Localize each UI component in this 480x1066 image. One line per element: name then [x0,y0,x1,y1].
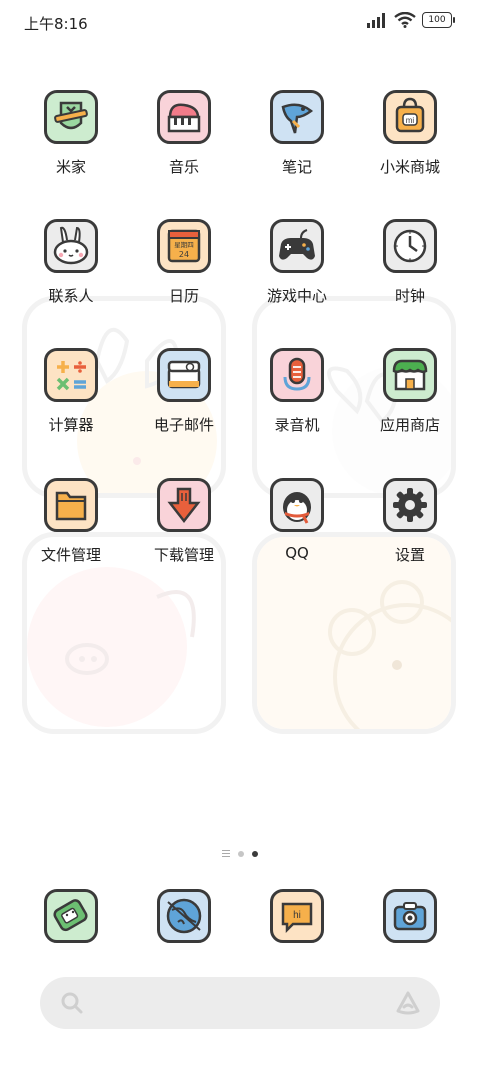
music-piano-icon [167,103,201,133]
dock-browser[interactable] [128,889,240,943]
app-label: 录音机 [274,416,320,434]
status-time: 上午8:16 [24,15,88,33]
wifi-icon [394,12,416,28]
app-label: 时钟 [394,287,425,305]
app-label: 米家 [55,158,86,176]
mijia-icon [54,101,88,130]
app-email-icon-box [157,348,211,402]
app-notes-icon-box [270,90,324,144]
app-settings-icon-box [383,478,437,532]
calendar-day: 24 [179,250,189,259]
dock-phone[interactable] [15,889,127,943]
app-file-manager[interactable]: 文件管理 [15,478,127,565]
gamepad-icon [279,229,315,260]
app-mi-store-icon-box: mi [383,90,437,144]
calculator-icon [56,361,86,391]
app-clock-icon-box [383,219,437,273]
messages-hi-icon: hi [281,902,313,934]
pig-illustration [27,567,196,727]
download-icon [167,487,201,524]
status-bar: 上午8:16 100 [0,0,480,44]
app-label: 计算器 [48,416,94,434]
app-label: 日历 [168,287,199,305]
email-icon [167,360,201,389]
browser-globe-icon [166,898,202,934]
contacts-bunny-icon [53,226,89,265]
app-contacts[interactable]: 联系人 [15,219,127,306]
dock-camera[interactable] [354,889,466,943]
search-input[interactable] [96,977,380,1031]
search-bar[interactable] [40,977,440,1031]
app-app-store[interactable]: 应用商店 [354,348,466,435]
dock-camera-icon-box [383,889,437,943]
app-downloads-icon-box [157,478,211,532]
app-music[interactable]: 音乐 [128,90,240,177]
app-clock[interactable]: 时钟 [354,219,466,306]
phone-icon [53,899,88,932]
messages-hi-text: hi [293,910,301,921]
app-qq-icon-box [270,478,324,532]
assistant-icon[interactable] [394,990,422,1016]
clock-icon [393,229,427,263]
camera-icon [393,902,427,931]
app-calendar-icon-box: 星期四 24 [157,219,211,273]
app-mijia[interactable]: 米家 [15,90,127,177]
status-icons: 100 [366,12,455,28]
shopping-bag-icon: mi [395,97,425,133]
app-recorder-icon-box [270,348,324,402]
settings-gear-icon [393,488,427,522]
battery-indicator: 100 [422,12,455,28]
app-notes[interactable]: 笔记 [241,90,353,177]
page-dot-2-active[interactable] [252,850,258,857]
dock-messages[interactable]: hi [241,889,353,943]
calendar-weekday: 星期四 [174,241,194,249]
calendar-icon: 星期四 24 [167,229,201,263]
search-icon [61,992,83,1014]
app-settings[interactable]: 设置 [354,478,466,565]
app-recorder[interactable]: 录音机 [241,348,353,435]
app-game-center[interactable]: 游戏中心 [241,219,353,306]
svg-text:mi: mi [406,116,415,125]
signal-icon [367,13,385,28]
bear-illustration [257,537,451,729]
app-label: 笔记 [281,158,312,176]
folder-icon [55,491,87,521]
app-calendar[interactable]: 星期四 24 日历 [128,219,240,306]
app-label: 设置 [394,546,425,564]
app-qq[interactable]: QQ [241,478,353,562]
app-contacts-icon-box [44,219,98,273]
recorder-icon [283,357,311,391]
app-label: 文件管理 [40,546,101,564]
app-email[interactable]: 电子邮件 [128,348,240,435]
app-label: 音乐 [168,158,199,176]
app-music-icon-box [157,90,211,144]
app-label: 游戏中心 [266,287,327,305]
app-label: 联系人 [48,287,94,305]
app-calculator-icon-box [44,348,98,402]
app-label: 应用商店 [379,416,440,434]
app-store-icon [392,359,428,391]
page-overview-icon[interactable] [222,850,230,857]
app-calculator[interactable]: 计算器 [15,348,127,435]
dock-messages-icon-box: hi [270,889,324,943]
app-label: 下载管理 [153,546,214,564]
app-game-center-icon-box [270,219,324,273]
app-mi-store[interactable]: mi 小米商城 [354,90,466,177]
notes-bird-icon [281,103,314,134]
dock-phone-icon-box [44,889,98,943]
qq-penguin-icon [283,492,311,524]
app-label: QQ [285,544,309,562]
app-file-manager-icon-box [44,478,98,532]
app-app-store-icon-box [383,348,437,402]
app-downloads[interactable]: 下载管理 [128,478,240,565]
page-indicator[interactable] [0,850,480,857]
page-dot-1[interactable] [238,850,244,857]
app-mijia-icon-box [44,90,98,144]
dock-browser-icon-box [157,889,211,943]
app-label: 电子邮件 [153,416,214,434]
app-label: 小米商城 [379,158,440,176]
